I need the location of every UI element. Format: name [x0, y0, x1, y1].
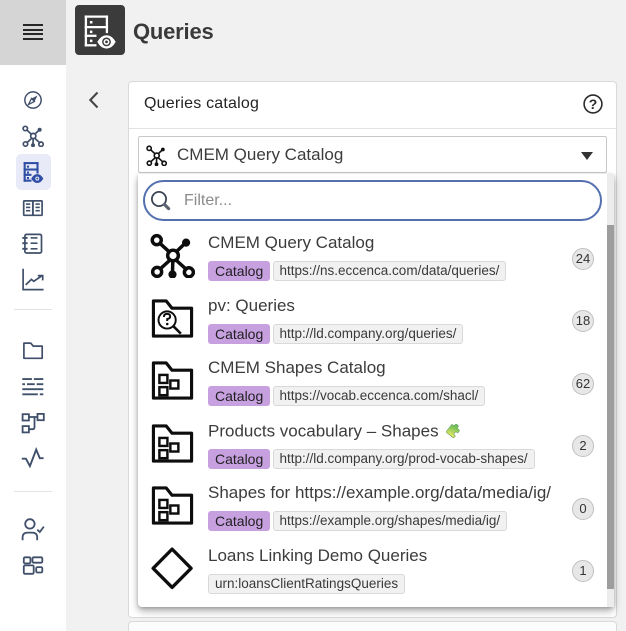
- svg-text:?: ?: [589, 96, 598, 112]
